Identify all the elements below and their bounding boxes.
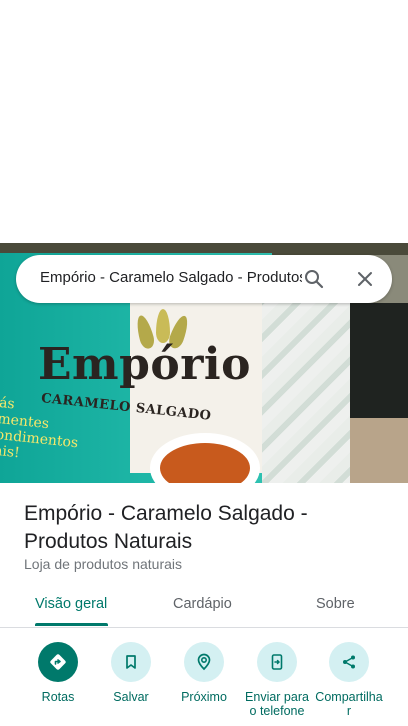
directions-icon <box>38 642 78 682</box>
send-to-phone-label: Enviar para o telefone <box>245 690 309 718</box>
directions-label: Rotas <box>41 690 75 704</box>
active-tab-indicator <box>35 623 108 626</box>
share-button[interactable]: Compartilhar <box>311 642 387 718</box>
search-input[interactable]: Empório - Caramelo Salgado - Produtos Na… <box>40 269 302 286</box>
send-to-phone-icon <box>257 642 297 682</box>
save-button[interactable]: Salvar <box>93 642 169 704</box>
bookmark-icon <box>111 642 151 682</box>
share-label: Compartilhar <box>315 690 383 718</box>
nearby-icon <box>184 642 224 682</box>
search-bar[interactable]: Empório - Caramelo Salgado - Produtos Na… <box>16 255 392 303</box>
place-title: Empório - Caramelo Salgado - Produtos Na… <box>24 502 308 553</box>
tab-about[interactable]: Sobre <box>316 596 355 612</box>
crate <box>350 303 408 423</box>
fabric <box>262 283 352 483</box>
logo-title: Empório <box>38 339 251 390</box>
share-icon <box>329 642 369 682</box>
save-label: Salvar <box>113 690 149 704</box>
search-icon[interactable] <box>302 267 326 291</box>
directions-button[interactable]: Rotas <box>20 642 96 704</box>
place-category[interactable]: Loja de produtos naturais <box>24 556 182 572</box>
nearby-button[interactable]: Próximo <box>166 642 242 704</box>
send-to-phone-button[interactable]: Enviar para o telefone <box>239 642 315 718</box>
nearby-label: Próximo <box>181 690 227 704</box>
ground <box>350 418 408 483</box>
divider <box>0 627 408 628</box>
tab-overview[interactable]: Visão geral <box>35 596 107 612</box>
banner-side-text: ás mentes ondimentos ais! <box>0 395 79 462</box>
tab-menu[interactable]: Cardápio <box>173 596 232 612</box>
close-icon[interactable] <box>353 267 377 291</box>
